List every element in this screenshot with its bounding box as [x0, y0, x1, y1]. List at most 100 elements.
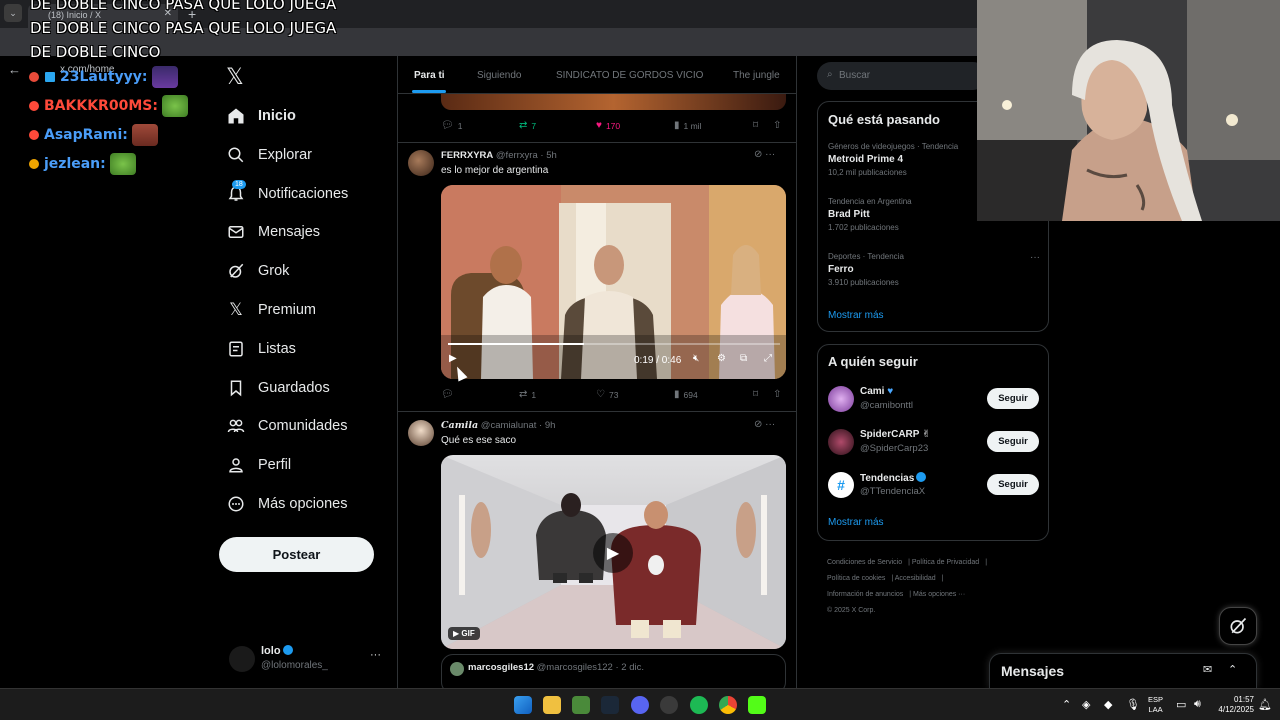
follow-suggestion[interactable]: Cami ♥ @camibonttl Seguir	[828, 384, 1040, 414]
quoted-author-name[interactable]: marcosgiles12	[468, 662, 534, 673]
kick-icon[interactable]	[748, 696, 766, 714]
nav-item-grok[interactable]: Grok	[226, 256, 289, 286]
tray-app-icon[interactable]: ◆	[1104, 698, 1112, 711]
author-name[interactable]: FERRXYRA	[441, 150, 493, 161]
views-button[interactable]: ▮ 1 mil	[674, 120, 701, 131]
nav-item-guardados[interactable]: Guardados	[226, 373, 330, 403]
nav-item-comunidades[interactable]: Comunidades	[226, 411, 347, 441]
footer-link[interactable]: Condiciones de Servicio	[827, 559, 902, 566]
repost-button[interactable]: ⇄ 1	[519, 389, 536, 400]
footer-link[interactable]: Más opciones ···	[913, 591, 965, 598]
footer-link[interactable]: Política de Privacidad	[912, 559, 979, 566]
more-options-icon[interactable]: ···	[765, 149, 775, 160]
more-options-icon[interactable]: ···	[765, 419, 775, 430]
discord-icon[interactable]	[631, 696, 649, 714]
follow-button[interactable]: Seguir	[987, 474, 1039, 495]
nav-item-inicio[interactable]: Inicio	[226, 101, 296, 131]
chevron-up-icon[interactable]: ⌃	[1228, 663, 1237, 676]
share-button[interactable]: ⇧	[773, 120, 781, 131]
nav-item-perfil[interactable]: Perfil	[226, 450, 291, 480]
network-icon[interactable]: ▭	[1176, 698, 1186, 711]
x-logo-icon[interactable]: 𝕏	[226, 64, 244, 90]
new-message-icon[interactable]: ✉	[1203, 663, 1212, 676]
follow-button[interactable]: Seguir	[987, 388, 1039, 409]
search-input[interactable]: ⌕ Buscar	[817, 62, 987, 90]
more-options-icon[interactable]: ···	[1030, 252, 1040, 263]
footer-link[interactable]: Política de cookies	[827, 575, 885, 582]
quoted-post[interactable]: marcosgiles12 @marcosgiles122 · 2 dic.	[441, 654, 786, 688]
tab-siguiendo[interactable]: Siguiendo	[477, 70, 521, 81]
language-indicator[interactable]: ESP LAA	[1148, 695, 1163, 715]
previous-post-media[interactable]	[441, 94, 786, 110]
show-more-link[interactable]: Mostrar más	[828, 517, 884, 528]
video-progress-track[interactable]	[448, 343, 780, 345]
tab-search-icon[interactable]: ⌄	[4, 4, 22, 22]
file-explorer-icon[interactable]	[543, 696, 561, 714]
footer-link[interactable]: Información de anuncios	[827, 591, 903, 598]
chrome-icon[interactable]	[719, 696, 737, 714]
play-icon[interactable]: ▶	[449, 353, 457, 364]
notifications-icon[interactable]: 🔔︎	[1258, 698, 1272, 711]
share-button[interactable]: ⇧	[773, 389, 781, 400]
quoted-author-handle[interactable]: @marcosgiles122 · 2 dic.	[537, 662, 644, 673]
nav-item-premium[interactable]: 𝕏 Premium	[226, 295, 316, 325]
follow-suggestion[interactable]: # Tendencias @TTendenciaX Seguir	[828, 470, 1040, 500]
nav-item-listas[interactable]: Listas	[226, 334, 296, 364]
tweet-menu[interactable]: ⊘ ···	[754, 149, 775, 160]
reply-button[interactable]: 💬︎	[441, 389, 458, 400]
grok-icon	[1230, 617, 1247, 634]
author-handle[interactable]: @ferrxyra · 5h	[496, 150, 557, 161]
obs-icon[interactable]	[660, 696, 678, 714]
tweet-menu[interactable]: ⊘ ···	[754, 419, 775, 430]
nav-label: Grok	[258, 263, 290, 279]
reply-button[interactable]: 💬︎ 1	[441, 120, 462, 131]
volume-icon[interactable]: 🔊︎	[1194, 698, 1201, 711]
play-button[interactable]: ▶	[593, 533, 633, 573]
tray-app-icon[interactable]: ◈	[1082, 698, 1090, 711]
tab-the-jungle[interactable]: The jungle	[733, 70, 780, 81]
spotify-icon[interactable]	[690, 696, 708, 714]
tray-chevron-icon[interactable]: ⌃	[1062, 698, 1071, 711]
picture-in-picture-icon[interactable]: ⧉	[740, 353, 747, 364]
views-button[interactable]: ▮ 694	[674, 389, 698, 400]
microphone-icon[interactable]: 🎙︎	[1126, 698, 1140, 711]
clock[interactable]: 01:57 4/12/2025	[1212, 695, 1254, 715]
follow-suggestion[interactable]: SpiderCARP ✌ @SpiderCarp23 Seguir	[828, 427, 1040, 457]
grok-floating-button[interactable]	[1219, 607, 1257, 645]
grok-icon[interactable]: ⊘	[754, 419, 762, 430]
nav-item-notificaciones[interactable]: 18 Notificaciones	[226, 179, 348, 209]
footer-link[interactable]: Accesibilidad	[895, 575, 936, 582]
account-switcher[interactable]: lolo @lolomorales_ ···	[229, 644, 387, 674]
repost-button[interactable]: ⇄ 7	[519, 120, 536, 131]
like-button[interactable]: ♥ 170	[596, 120, 620, 131]
nav-item-mensajes[interactable]: Mensajes	[226, 217, 320, 247]
messages-drawer[interactable]: Mensajes ✉ ⌃	[989, 653, 1257, 688]
avatar[interactable]	[408, 420, 434, 446]
author-handle[interactable]: @camialunat · 9h	[481, 420, 556, 431]
follow-button[interactable]: Seguir	[987, 431, 1039, 452]
like-button[interactable]: ♡ 73	[596, 389, 618, 400]
post-button[interactable]: Postear	[219, 537, 374, 572]
gif-player[interactable]: ▶ ▶ GIF	[441, 455, 786, 649]
settings-icon[interactable]: ⚙	[717, 353, 726, 364]
bookmark-button[interactable]: ⌑	[753, 120, 758, 131]
heart-icon: ♥	[596, 120, 602, 131]
mute-icon[interactable]: 🔇︎	[693, 353, 699, 364]
author-name[interactable]: Camila	[441, 420, 478, 431]
show-more-link[interactable]: Mostrar más	[828, 310, 884, 321]
windows-start-icon[interactable]	[514, 696, 532, 714]
back-arrow-icon[interactable]: ←	[8, 62, 21, 77]
fullscreen-icon[interactable]: ⤢	[764, 353, 772, 364]
steam-icon[interactable]	[601, 696, 619, 714]
app-icon[interactable]	[572, 696, 590, 714]
video-player[interactable]: ▶ 0:19 / 0:46 🔇︎ ⚙ ⧉ ⤢	[441, 185, 786, 379]
tab-sindicato[interactable]: SINDICATO DE GORDOS VICIO	[556, 70, 703, 81]
nav-item-mas-opciones[interactable]: Más opciones	[226, 489, 347, 519]
more-options-icon[interactable]: ···	[370, 649, 381, 661]
nav-item-explorar[interactable]: Explorar	[226, 140, 312, 170]
grok-icon[interactable]: ⊘	[754, 149, 762, 160]
bookmark-button[interactable]: ⌑	[753, 389, 758, 400]
tab-para-ti[interactable]: Para ti	[414, 70, 445, 81]
avatar[interactable]	[408, 150, 434, 176]
trend-item[interactable]: Deportes · Tendencia Ferro 3.910 publica…	[828, 252, 1040, 287]
